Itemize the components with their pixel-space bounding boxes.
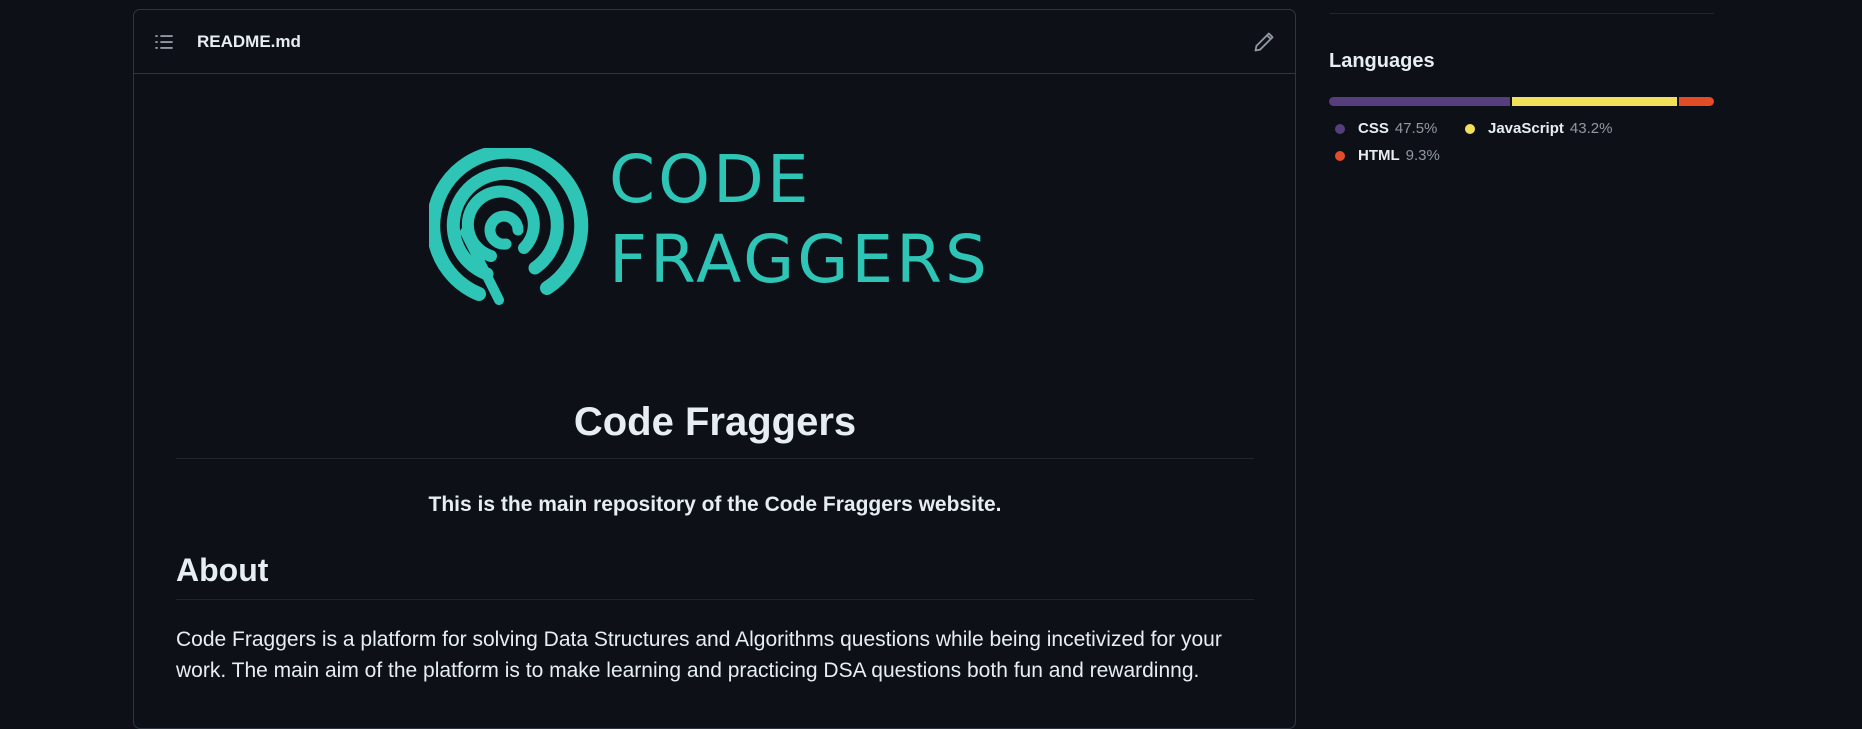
readme-tagline: This is the main repository of the Code … (428, 493, 1002, 516)
languages-heading: Languages (1329, 50, 1435, 72)
languages-bar-segment-html[interactable] (1678, 97, 1714, 106)
languages-bar-segment-css[interactable] (1329, 97, 1510, 106)
language-color-dot-icon (1335, 123, 1345, 134)
language-item-html[interactable]: HTML 9.3% (1329, 147, 1440, 164)
languages-bar (1329, 97, 1714, 106)
language-color-dot-icon (1335, 150, 1345, 161)
fingerprint-logo-icon (429, 148, 589, 305)
language-name: CSS (1358, 120, 1389, 137)
pencil-icon[interactable] (1253, 31, 1275, 53)
logo-wordmark: CODE FRAGGERS (609, 140, 989, 315)
languages-bar-segment-javascript[interactable] (1511, 97, 1677, 106)
language-name: JavaScript (1488, 120, 1564, 137)
readme-title: Code Fraggers (573, 400, 857, 444)
readme-panel: README.md CODE FRAGGERS Code Fraggers Th… (133, 9, 1296, 729)
readme-header: README.md (134, 10, 1295, 74)
logo-line-2: FRAGGERS (609, 221, 990, 298)
list-unordered-icon[interactable] (154, 32, 174, 52)
code-fraggers-logo: CODE FRAGGERS (429, 140, 989, 315)
about-heading: About (176, 552, 269, 588)
title-divider (176, 458, 1254, 459)
readme-filename[interactable]: README.md (197, 32, 301, 52)
about-divider (176, 599, 1254, 600)
language-name: HTML (1358, 147, 1400, 164)
language-color-dot-icon (1465, 123, 1475, 134)
language-percent: 9.3% (1405, 147, 1440, 164)
language-item-css[interactable]: CSS 47.5% (1329, 120, 1437, 137)
logo-line-1: CODE (609, 141, 812, 218)
about-paragraph: Code Fraggers is a platform for solving … (176, 628, 1222, 682)
sidebar-divider (1329, 13, 1714, 14)
language-item-javascript[interactable]: JavaScript 43.2% (1459, 120, 1612, 137)
language-percent: 43.2% (1569, 120, 1613, 137)
language-percent: 47.5% (1394, 120, 1438, 137)
